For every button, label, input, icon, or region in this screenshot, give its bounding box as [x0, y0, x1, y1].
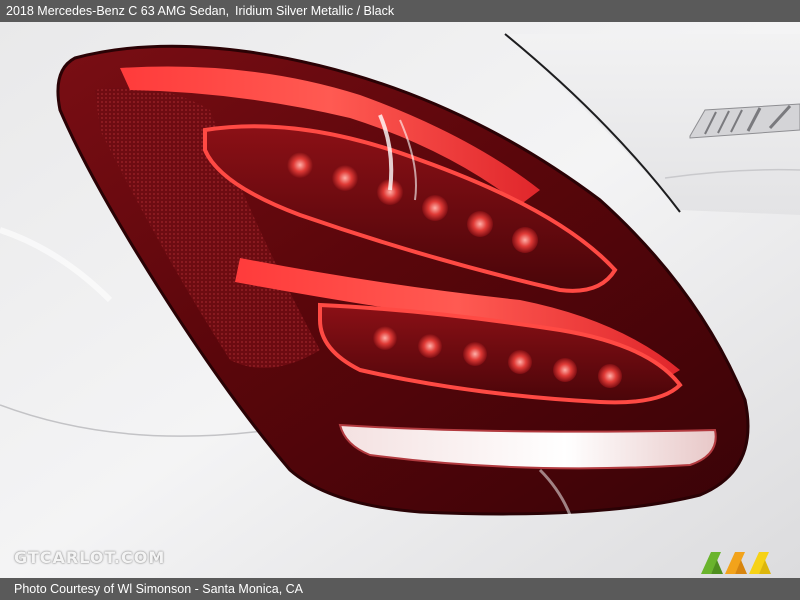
vehicle-photo	[0, 22, 800, 578]
photo-credit-bar: Photo Courtesy of Wl Simonson - Santa Mo…	[0, 578, 800, 600]
vehicle-title: 2018 Mercedes-Benz C 63 AMG Sedan,	[6, 4, 230, 18]
site-watermark: GTCARLOT.COM	[14, 548, 166, 567]
caption-bar: 2018 Mercedes-Benz C 63 AMG Sedan, Iridiu…	[0, 0, 800, 22]
vehicle-color-info: Iridium Silver Metallic / Black	[235, 4, 395, 18]
photo-credit: Photo Courtesy of Wl Simonson - Santa Mo…	[14, 582, 304, 596]
mmm-logo-icon	[701, 552, 771, 574]
